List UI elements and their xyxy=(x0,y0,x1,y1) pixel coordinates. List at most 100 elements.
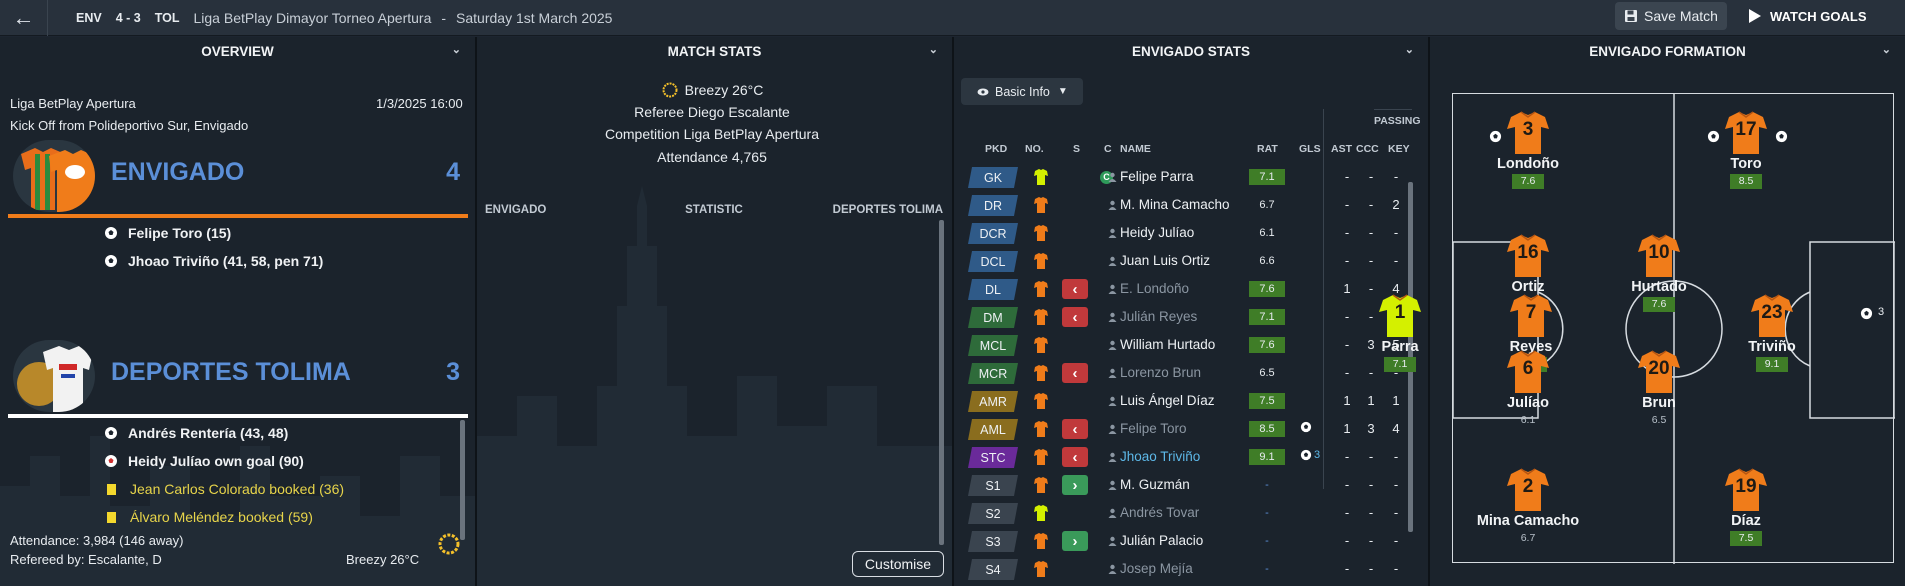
player-name[interactable]: E. Londoño xyxy=(1120,281,1238,296)
ccc-value: 3 xyxy=(1367,421,1375,436)
position-badge: STC xyxy=(968,447,1018,468)
watch-goals-button[interactable]: WATCH GOALS xyxy=(1748,2,1898,30)
event-text: Álvaro Meléndez booked (59) xyxy=(130,509,313,525)
play-icon xyxy=(1749,9,1761,23)
rating-value: 6.1 xyxy=(1259,227,1275,239)
player-name[interactable]: Luis Ángel Díaz xyxy=(1120,393,1238,408)
position-badge: S3 xyxy=(968,531,1018,552)
player-row[interactable]: DR M. Mina Camacho 6.7 - - 2 xyxy=(966,192,1411,218)
person-icon xyxy=(1108,172,1117,182)
player-row[interactable]: DCR Heidy Julíao 6.1 - - - xyxy=(966,220,1411,246)
player-row[interactable]: S3 › Julián Palacio - - - - xyxy=(966,528,1411,554)
player-row[interactable]: DCL Juan Luis Ortiz 6.6 - - - xyxy=(966,248,1411,274)
player-name[interactable]: Jhoao Triviño xyxy=(1120,449,1238,464)
player-rating: 6.5 xyxy=(1651,414,1667,426)
player-name[interactable]: Heidy Julíao xyxy=(1120,225,1238,240)
player-name[interactable]: Julián Reyes xyxy=(1120,309,1238,324)
position-badge: DCL xyxy=(968,251,1018,272)
col-c: C xyxy=(1104,143,1112,155)
formation-player[interactable]: 19 Díaz 7.5 xyxy=(1686,466,1806,546)
away-team-row[interactable]: DEPORTES TOLIMA 3 xyxy=(8,336,468,414)
formation-player[interactable]: 23 Triviño 9.1 xyxy=(1712,292,1832,372)
col-s: S xyxy=(1073,143,1081,155)
player-name[interactable]: Lorenzo Brun xyxy=(1120,365,1238,380)
shirt-icon xyxy=(1034,309,1048,325)
formation-player[interactable]: 6 Julíao 6.1 xyxy=(1468,348,1588,428)
chevron-down-icon[interactable]: ⌄ xyxy=(452,43,461,56)
ccc-value: - xyxy=(1368,505,1374,520)
assists-value: - xyxy=(1344,533,1350,548)
rating-badge: 6.5 xyxy=(1249,365,1285,381)
player-name[interactable]: Josep Mejía xyxy=(1120,561,1238,576)
overview-panel: OVERVIEW ⌄ Liga BetPlay Apertura 1/3/2025… xyxy=(0,37,477,586)
chevron-down-icon[interactable]: ⌄ xyxy=(1405,43,1414,56)
position-label: DCR xyxy=(979,226,1007,241)
assists-value: - xyxy=(1344,225,1350,240)
player-name[interactable]: M. Guzmán xyxy=(1120,477,1238,492)
event-text: Jhoao Triviño (41, 58, pen 71) xyxy=(128,253,324,269)
player-row[interactable]: GK C Felipe Parra 7.1- - - xyxy=(966,164,1411,190)
formation-title: ENVIGADO FORMATION xyxy=(1589,44,1746,59)
chevron-down-icon[interactable]: ⌄ xyxy=(929,43,938,56)
overview-header: OVERVIEW ⌄ xyxy=(0,37,475,66)
player-rating: 7.1 xyxy=(1384,357,1416,372)
home-team-row[interactable]: ENVIGADO 4 xyxy=(8,136,468,214)
formation-player[interactable]: 1 Parra 7.1 xyxy=(1340,292,1460,372)
formation-player[interactable]: 20 Brun 6.5 xyxy=(1599,348,1719,428)
player-name[interactable]: M. Mina Camacho xyxy=(1120,197,1238,212)
stats-scrollbar[interactable] xyxy=(939,220,944,545)
player-row[interactable]: AML ‹ Felipe Toro 8.5 1 3 4 xyxy=(966,416,1411,442)
key-passes-value: - xyxy=(1393,225,1399,240)
jersey-icon: 2 xyxy=(1505,466,1551,512)
player-name[interactable]: William Hurtado xyxy=(1120,337,1238,352)
home-color-bar xyxy=(8,214,468,218)
assists-value: - xyxy=(1344,197,1350,212)
rating-badge: 7.6 xyxy=(1249,337,1285,353)
home-goal-event: Jhoao Triviño (41, 58, pen 71) xyxy=(104,253,323,269)
watch-goals-label: WATCH GOALS xyxy=(1770,8,1867,24)
player-row[interactable]: S4 Josep Mejía - - - - xyxy=(966,556,1411,582)
person-icon xyxy=(1108,536,1117,546)
position-label: DM xyxy=(983,310,1003,325)
rating-value: - xyxy=(1265,507,1269,519)
player-name: Brun xyxy=(1642,395,1676,411)
save-match-button[interactable]: Save Match xyxy=(1615,2,1727,30)
player-row[interactable]: AMR Luis Ángel Díaz 7.5 1 1 1 xyxy=(966,388,1411,414)
player-name[interactable]: Juan Luis Ortiz xyxy=(1120,253,1238,268)
formation-player[interactable]: 2 Mina Camacho 6.7 xyxy=(1468,466,1588,546)
ccc-value: - xyxy=(1368,169,1374,184)
ccc-value: - xyxy=(1368,561,1374,576)
player-name[interactable]: Julián Palacio xyxy=(1120,533,1238,548)
view-dropdown[interactable]: Basic Info ▼ xyxy=(961,78,1083,105)
player-row[interactable]: S2 Andrés Tovar - - - - xyxy=(966,500,1411,526)
formation-player[interactable]: 17 Toro 8.5 xyxy=(1686,109,1806,189)
rating-badge: 7.5 xyxy=(1249,393,1285,409)
jersey-number: 7 xyxy=(1525,302,1537,323)
position-badge: DR xyxy=(968,195,1018,216)
customise-button[interactable]: Customise xyxy=(852,551,944,577)
player-name: Toro xyxy=(1730,156,1762,172)
eye-icon xyxy=(977,88,989,95)
top-bar: ← ENV 4 - 3 TOL Liga BetPlay Dimayor Tor… xyxy=(0,0,1905,36)
player-name[interactable]: Felipe Parra xyxy=(1120,169,1238,184)
formation-player[interactable]: 3 Londoño 7.6 xyxy=(1468,109,1588,189)
ccc-value: - xyxy=(1368,533,1374,548)
events-scrollbar[interactable] xyxy=(460,420,465,540)
rating-badge: - xyxy=(1249,477,1285,493)
player-row[interactable]: STC ‹ Jhoao Triviño 9.1 3 - - - xyxy=(966,444,1411,470)
event-text: Jean Carlos Colorado booked (36) xyxy=(130,481,345,497)
person-icon xyxy=(1108,480,1117,490)
floppy-disk-icon xyxy=(1625,10,1638,22)
back-arrow-icon[interactable]: ← xyxy=(0,0,48,36)
rating-value: 6.7 xyxy=(1259,199,1275,211)
player-name[interactable]: Andrés Tovar xyxy=(1120,505,1238,520)
formation-player[interactable]: 10 Hurtado 7.6 xyxy=(1599,232,1719,312)
position-badge: GK xyxy=(968,167,1018,188)
own-goal-icon xyxy=(105,455,117,467)
position-label: DCL xyxy=(980,254,1006,269)
player-row[interactable]: S1 › M. Guzmán - - - - xyxy=(966,472,1411,498)
player-name[interactable]: Felipe Toro xyxy=(1120,421,1238,436)
position-badge: AML xyxy=(968,419,1018,440)
jersey-icon: 19 xyxy=(1723,466,1769,512)
chevron-down-icon[interactable]: ⌄ xyxy=(1882,43,1891,56)
